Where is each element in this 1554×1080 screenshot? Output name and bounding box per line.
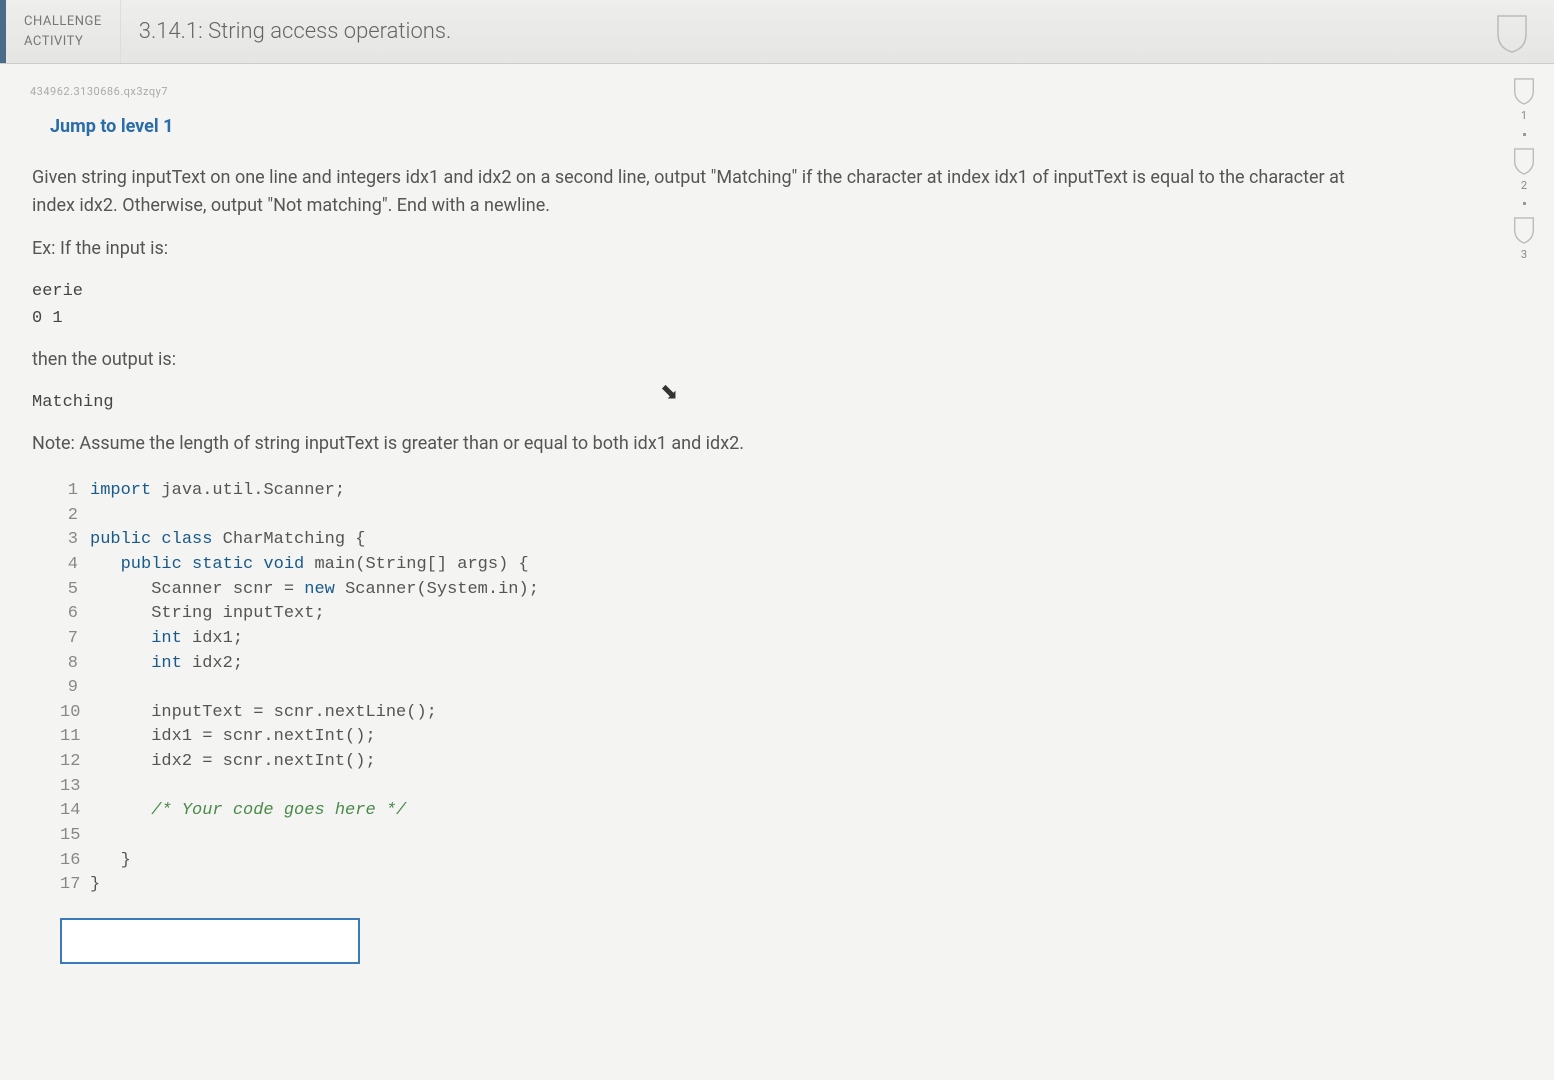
level-num-2: 2 [1510, 178, 1538, 195]
code-line[interactable]: 9 [60, 676, 1514, 701]
level-step-3[interactable]: 3 [1510, 213, 1538, 264]
code-text: idx1 = scnr.nextInt(); [90, 725, 376, 750]
line-number: 14 [60, 799, 90, 824]
header-label: CHALLENGE ACTIVITY [6, 0, 121, 63]
instruction-note: Note: Assume the length of string inputT… [32, 430, 1352, 459]
line-number: 3 [60, 528, 90, 553]
line-number: 10 [60, 701, 90, 726]
line-number: 8 [60, 652, 90, 677]
example-output: Matching [32, 389, 1352, 416]
line-number: 5 [60, 578, 90, 603]
level-dot [1523, 202, 1526, 205]
code-text: int idx1; [90, 627, 243, 652]
line-number: 12 [60, 750, 90, 775]
code-line[interactable]: 13 [60, 775, 1514, 800]
code-line[interactable]: 4 public static void main(String[] args)… [60, 553, 1514, 578]
header-label-line1: CHALLENGE [24, 12, 102, 32]
challenge-title: 3.14.1: String access operations. [121, 0, 470, 63]
line-number: 9 [60, 676, 90, 701]
level-step-2[interactable]: 2 [1510, 144, 1538, 195]
instructions: Given string inputText on one line and i… [32, 164, 1352, 460]
run-button[interactable] [60, 918, 360, 964]
code-line[interactable]: 1import java.util.Scanner; [60, 479, 1514, 504]
line-number: 13 [60, 775, 90, 800]
jump-to-level-link[interactable]: Jump to level 1 [50, 113, 1534, 140]
code-text: } [90, 849, 131, 874]
line-number: 11 [60, 725, 90, 750]
code-text: String inputText; [90, 602, 325, 627]
code-text: /* Your code goes here */ [90, 799, 406, 824]
code-text: idx2 = scnr.nextInt(); [90, 750, 376, 775]
code-line[interactable]: 11 idx1 = scnr.nextInt(); [60, 725, 1514, 750]
code-text: inputText = scnr.nextLine(); [90, 701, 437, 726]
hash-id: 434962.3130686.qx3zqy7 [30, 84, 1534, 101]
example-then: then the output is: [32, 346, 1352, 375]
button-row [60, 918, 1494, 972]
header-label-line2: ACTIVITY [24, 32, 102, 52]
level-dot [1523, 133, 1526, 136]
code-line[interactable]: 5 Scanner scnr = new Scanner(System.in); [60, 578, 1514, 603]
cursor-icon: ⬊ [660, 376, 678, 409]
code-editor[interactable]: 1import java.util.Scanner;23public class… [60, 479, 1514, 898]
level-step-1[interactable]: 1 [1510, 74, 1538, 125]
line-number: 16 [60, 849, 90, 874]
code-line[interactable]: 8 int idx2; [60, 652, 1514, 677]
code-line[interactable]: 15 [60, 824, 1514, 849]
code-line[interactable]: 6 String inputText; [60, 602, 1514, 627]
level-num-3: 3 [1510, 247, 1538, 264]
line-number: 2 [60, 504, 90, 529]
code-text: import java.util.Scanner; [90, 479, 345, 504]
example-label: Ex: If the input is: [32, 235, 1352, 264]
line-number: 15 [60, 824, 90, 849]
line-number: 7 [60, 627, 90, 652]
code-text: public class CharMatching { [90, 528, 365, 553]
example-input: eerie 0 1 [32, 278, 1352, 332]
instruction-paragraph: Given string inputText on one line and i… [32, 164, 1352, 222]
code-line[interactable]: 17} [60, 873, 1514, 898]
code-text: Scanner scnr = new Scanner(System.in); [90, 578, 539, 603]
level-indicator: 1 2 3 [1510, 74, 1538, 264]
challenge-header: CHALLENGE ACTIVITY 3.14.1: String access… [0, 0, 1554, 64]
code-text: public static void main(String[] args) { [90, 553, 529, 578]
shield-icon [1490, 10, 1534, 54]
code-line[interactable]: 12 idx2 = scnr.nextInt(); [60, 750, 1514, 775]
code-text: } [90, 873, 100, 898]
level-num-1: 1 [1510, 108, 1538, 125]
code-line[interactable]: 10 inputText = scnr.nextLine(); [60, 701, 1514, 726]
code-text: int idx2; [90, 652, 243, 677]
line-number: 6 [60, 602, 90, 627]
line-number: 17 [60, 873, 90, 898]
line-number: 4 [60, 553, 90, 578]
code-line[interactable]: 14 /* Your code goes here */ [60, 799, 1514, 824]
content-area: 434962.3130686.qx3zqy7 Jump to level 1 1… [0, 64, 1554, 982]
code-line[interactable]: 16 } [60, 849, 1514, 874]
code-line[interactable]: 3public class CharMatching { [60, 528, 1514, 553]
code-line[interactable]: 7 int idx1; [60, 627, 1514, 652]
line-number: 1 [60, 479, 90, 504]
code-line[interactable]: 2 [60, 504, 1514, 529]
